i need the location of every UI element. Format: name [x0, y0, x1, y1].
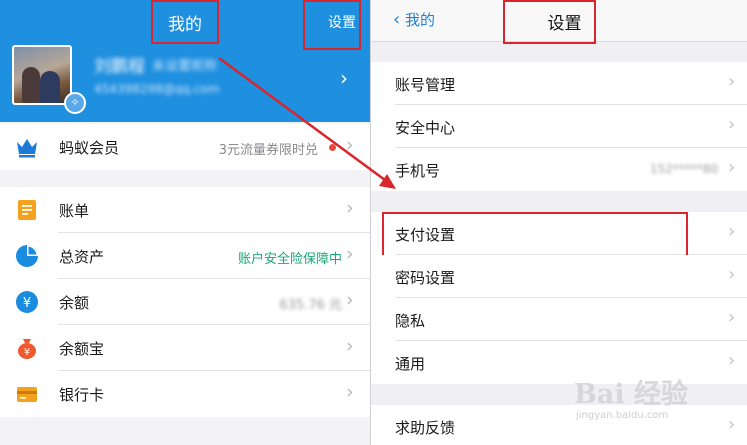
list-item-bank-card[interactable]: 银行卡 ›: [0, 371, 370, 417]
chevron-right-icon: ›: [728, 264, 736, 285]
avatar[interactable]: [12, 45, 72, 105]
balance-amount: 635.76 元: [279, 298, 342, 313]
highlight-box-settings: [303, 0, 361, 50]
list-item-member[interactable]: 蚂蚁会员 3元流量券限时兑 ›: [0, 124, 370, 170]
chevron-right-icon: ›: [346, 134, 354, 156]
settings-item-account[interactable]: 账号管理 ›: [371, 62, 747, 105]
settings-item-label: 手机号: [395, 162, 441, 180]
yuan-icon: ¥: [16, 291, 38, 313]
chevron-right-icon: ›: [346, 289, 354, 311]
chevron-right-icon: ›: [728, 71, 736, 92]
chevron-right-icon: ›: [728, 157, 736, 178]
chevron-right-icon: ›: [346, 243, 354, 265]
list-item-balance[interactable]: ¥ 余额 635.76 元 ›: [0, 279, 370, 325]
user-email: 454398298@qq.com: [94, 82, 220, 96]
money-bag-icon: ¥: [18, 339, 36, 359]
chevron-right-icon: ›: [346, 381, 354, 403]
chevron-right-icon: ›: [728, 221, 736, 242]
baidu-jingyan-watermark: Bai 经验 jingyan.baidu.com: [574, 370, 744, 442]
member-label: 蚂蚁会员: [59, 139, 120, 157]
member-promo-text: 3元流量券限时兑: [218, 143, 318, 158]
chevron-right-icon: ›: [728, 114, 736, 135]
user-nickname-status: 未设置昵称: [152, 59, 218, 74]
bill-label: 账单: [59, 202, 90, 220]
balance-label: 余额: [59, 294, 90, 312]
my-page-panel: 我的 设置 ✧ 刘鹏程 未设置昵称 454398298@qq.com › 蚂蚁会…: [0, 0, 370, 445]
settings-item-phone[interactable]: 手机号 152*****80 ›: [371, 148, 747, 191]
watermark-url: jingyan.baidu.com: [576, 410, 669, 421]
list-item-bill[interactable]: 账单 ›: [0, 187, 370, 233]
svg-text:¥: ¥: [23, 296, 31, 311]
settings-item-label: 通用: [395, 355, 426, 373]
settings-item-privacy[interactable]: 隐私 ›: [371, 298, 747, 341]
verified-badge-icon: ✧: [64, 92, 86, 114]
total-assets-label: 总资产: [59, 248, 105, 266]
highlight-box-title: [151, 0, 219, 44]
settings-item-label: 账号管理: [395, 76, 456, 94]
settings-item-label: 求助反馈: [395, 419, 456, 437]
crown-icon: [17, 139, 37, 158]
settings-item-security[interactable]: 安全中心 ›: [371, 105, 747, 148]
svg-text:¥: ¥: [24, 347, 30, 358]
chevron-right-icon: ›: [346, 197, 354, 219]
yuebao-label: 余额宝: [59, 340, 105, 358]
list-item-yuebao[interactable]: ¥ 余额宝 ›: [0, 325, 370, 371]
highlight-box-title: [503, 0, 596, 44]
settings-item-label: 隐私: [395, 312, 426, 330]
watermark-logo-text: Bai 经验: [574, 379, 688, 410]
chevron-right-icon: ›: [728, 307, 736, 328]
highlight-box-payment: [382, 212, 688, 257]
insurance-status-text: 账户安全险保障中: [237, 252, 342, 267]
chevron-right-icon: ›: [728, 350, 736, 371]
notification-dot: [329, 144, 336, 151]
bank-card-icon: [17, 387, 37, 402]
bill-icon: [18, 200, 36, 220]
chevron-right-icon[interactable]: ›: [340, 66, 348, 90]
settings-item-password[interactable]: 密码设置 ›: [371, 255, 747, 298]
user-name: 刘鹏程: [94, 57, 145, 77]
chevron-right-icon: ›: [346, 335, 354, 357]
list-item-total-assets[interactable]: 总资产 账户安全险保障中 ›: [0, 233, 370, 279]
settings-item-label: 密码设置: [395, 269, 456, 287]
bank-card-label: 银行卡: [59, 386, 105, 404]
phone-number-value: 152*****80: [649, 162, 718, 176]
pie-chart-icon: [16, 245, 38, 267]
settings-item-label: 安全中心: [395, 119, 456, 137]
